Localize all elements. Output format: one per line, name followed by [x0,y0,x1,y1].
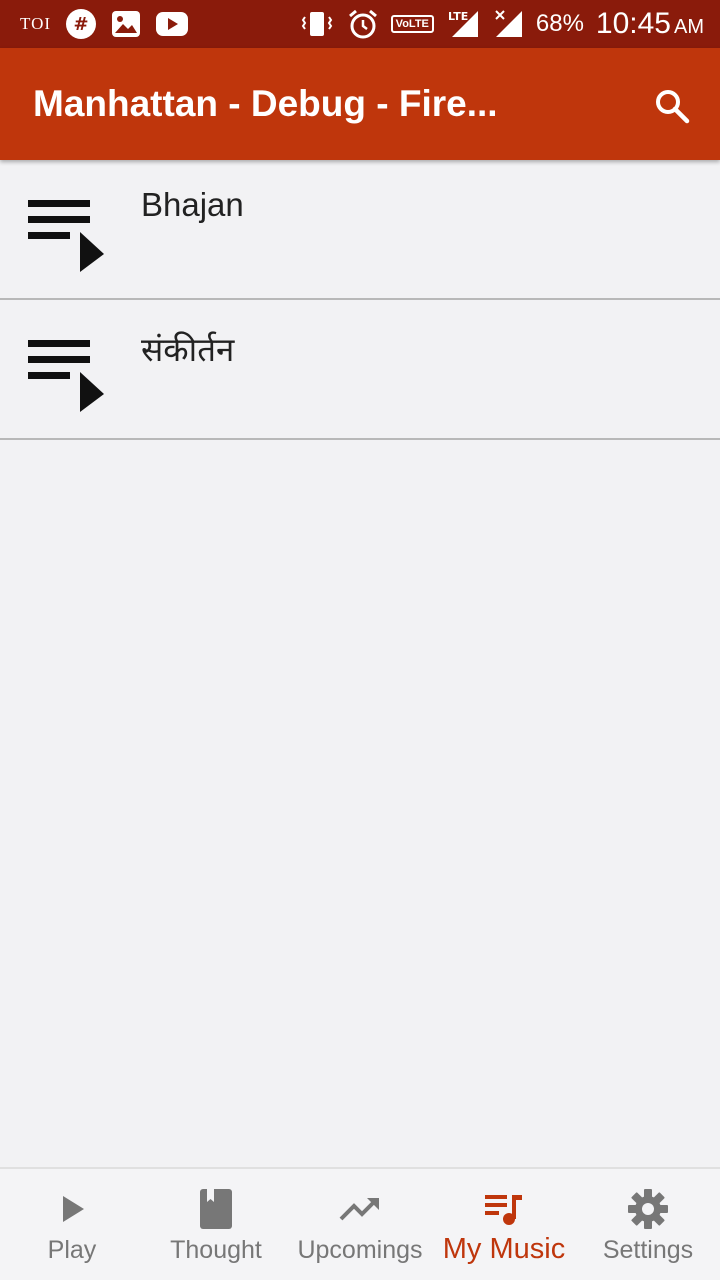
gallery-notification-icon [111,10,141,38]
playlist-play-icon [28,340,104,412]
nav-label: Thought [170,1236,262,1264]
no-signal-icon [494,9,524,39]
playlist-name: संकीर्तन [141,331,235,368]
nav-my-music[interactable]: My Music [432,1169,576,1280]
svg-text:#: # [73,14,88,35]
volte-badge: VoLTE [390,15,434,33]
vibrate-icon [299,9,335,39]
alarm-icon [347,8,379,40]
trending-up-icon [338,1187,382,1231]
toi-app-icon: TOI [20,14,52,33]
youtube-notification-icon [155,11,189,37]
search-icon [656,90,690,124]
playlist-item[interactable]: संकीर्तन [0,300,720,440]
gear-icon [626,1187,670,1231]
app-title: Manhattan - Debug - Fire... [33,83,498,124]
nav-thought[interactable]: Thought [144,1169,288,1280]
playlist-play-icon [28,200,104,272]
play-icon [50,1187,94,1231]
library-music-icon [482,1187,526,1231]
nav-upcomings[interactable]: Upcomings [288,1169,432,1280]
bottom-navigation: Play Thought Upcomings My Music Settings [0,1167,720,1280]
nav-settings[interactable]: Settings [576,1169,720,1280]
playlist-name: Bhajan [141,186,244,223]
nav-label: My Music [442,1233,566,1265]
clock: 10:45 AM [595,7,704,40]
nav-play[interactable]: Play [0,1169,144,1280]
svg-text:LTE: LTE [448,10,468,23]
status-bar: TOI # VoLTE LTE 68% 10:45 AM [0,0,720,48]
nav-label: Settings [602,1236,694,1264]
app-bar: Manhattan - Debug - Fire... [0,48,720,160]
nav-label: Play [47,1236,97,1264]
nav-label: Upcomings [297,1236,423,1264]
lte-signal-icon: LTE [446,9,482,39]
playlist-item[interactable]: Bhajan [0,160,720,300]
slack-notification-icon: # [65,8,97,40]
book-icon [194,1187,238,1231]
battery-level: 68% [535,10,584,37]
search-button[interactable] [648,82,696,130]
playlist-list: Bhajan संकीर्तन [0,160,720,440]
